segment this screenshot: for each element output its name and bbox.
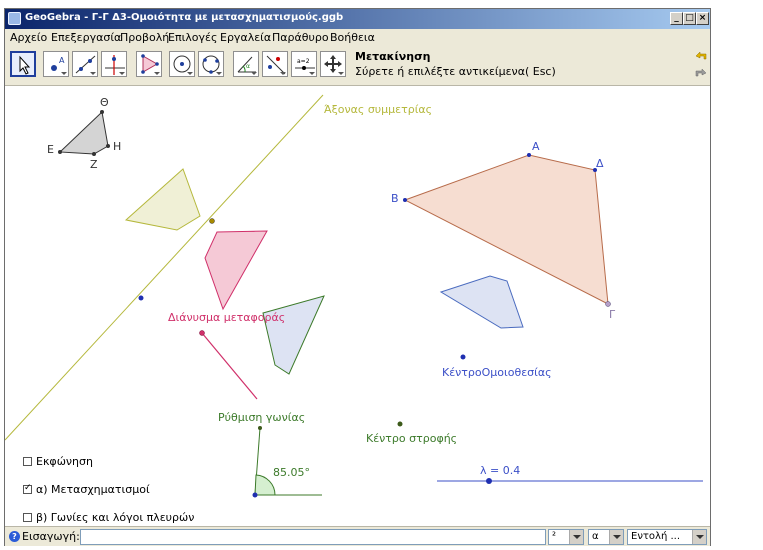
checkbox-angles-ratios-label: β) Γωνίες και λόγοι πλευρών [36,511,195,524]
command-select[interactable]: Εντολή ... [627,529,707,545]
greek-select-value: α [592,531,599,542]
perpendicular-tool-button[interactable] [101,51,127,77]
chevron-down-icon[interactable] [609,530,623,544]
line-tool-button[interactable] [72,51,98,77]
maximize-button[interactable]: □ [683,12,696,25]
label-alpha: Α [532,140,540,153]
axis-point-2[interactable] [138,295,144,301]
checkbox-statement-box[interactable] [23,457,32,466]
axis-point[interactable] [209,218,215,224]
screen: GeoGebra - Γ-Γ Δ3-Ομοιότητα με μετασχημα… [0,0,763,550]
close-button[interactable]: × [696,12,709,25]
geogebra-app-icon [8,12,21,25]
graphics-svg[interactable] [5,87,710,526]
move-tool-button[interactable] [10,51,36,77]
blue-rotated-quad[interactable] [262,295,325,375]
menu-bar: Αρχείο Επεξεργασία Προβολή Επιλογές Εργα… [5,29,710,46]
title-bar[interactable]: GeoGebra - Γ-Γ Δ3-Ομοιότητα με μετασχημα… [5,9,710,29]
redo-icon[interactable] [694,67,708,79]
menu-tools[interactable]: Εργαλεία [220,31,271,44]
move-arrow-icon [19,55,31,75]
input-bar: ? Εισαγωγή: ² α Εντολή ... [5,526,710,546]
active-tool-title: Μετακίνηση [355,50,431,63]
menu-help[interactable]: Βοήθεια [330,31,375,44]
chevron-down-icon[interactable] [569,530,583,544]
minimize-button[interactable]: _ [670,12,683,25]
lambda-label: λ = 0.4 [480,464,521,477]
menu-edit[interactable]: Επεξεργασία [51,31,121,44]
point-epsilon[interactable] [58,150,62,154]
menu-options[interactable]: Επιλογές [168,31,217,44]
angle-vertex-point[interactable] [252,492,258,498]
angle-top-point[interactable] [258,426,262,430]
menu-file[interactable]: Αρχείο [10,31,47,44]
slider-tool-button[interactable]: a=2 [291,51,317,77]
menu-window[interactable]: Παράθυρο [272,31,329,44]
angle-tool-button[interactable]: α [233,51,259,77]
homothety-center-point[interactable] [460,354,466,360]
symbol-select-value: ² [552,531,557,542]
point-theta[interactable] [100,110,104,114]
undo-icon[interactable] [694,50,708,62]
pink-translated-quad[interactable] [204,230,268,311]
label-beta: Β [391,192,399,205]
circle-tool-button[interactable] [169,51,195,77]
svg-text:a=2: a=2 [297,58,310,65]
blue-homothety-quad[interactable] [439,275,524,329]
svg-text:A: A [59,56,65,65]
translation-vector-label: Διάνυσμα μεταφοράς [168,311,286,324]
reflect-tool-button[interactable] [262,51,288,77]
angle-setting-label: Ρύθμιση γωνίας [218,411,306,424]
menu-view[interactable]: Προβολή [120,31,169,44]
window-title: GeoGebra - Γ-Γ Δ3-Ομοιότητα με μετασχημα… [25,12,344,23]
label-eta: Η [113,140,122,153]
label-theta: Θ [100,96,109,109]
homothety-center-label: ΚέντροΟμοιοθεσίας [442,366,552,379]
angle-arc[interactable] [254,474,276,496]
label-gamma: Γ [609,308,616,321]
move-view-tool-button[interactable] [320,51,346,77]
svg-text:α: α [246,63,250,70]
checkbox-angles-ratios-box[interactable] [23,513,32,522]
input-field[interactable] [80,529,546,545]
rotation-center-label: Κέντρο στροφής [366,432,458,445]
angle-value-label: 85.05° [273,466,310,479]
yellow-reflected-quad[interactable] [124,168,201,231]
point-tool-button[interactable]: A [43,51,69,77]
toolbar: A α a=2 Μετακίνηση Σύρετε ή επιλέξτε αντ… [5,46,710,86]
checkbox-statement-label: Εκφώνηση [36,455,93,468]
point-alpha[interactable] [527,153,531,157]
command-select-value: Εντολή ... [631,531,681,542]
point-gamma[interactable] [605,301,611,307]
input-label: Εισαγωγή: [22,530,80,543]
help-icon[interactable]: ? [9,531,20,542]
lambda-slider-handle[interactable] [486,478,492,484]
symmetry-axis-label: Άξονας συμμετρίας [324,103,433,116]
greek-select[interactable]: α [588,529,624,545]
point-zeta[interactable] [92,152,96,156]
translation-vector-start[interactable] [199,330,205,336]
point-beta[interactable] [403,198,407,202]
rotation-center-point[interactable] [397,421,403,427]
checkbox-transformations-label: α) Μετασχηματισμοί [36,483,150,496]
label-zeta: Ζ [90,158,98,171]
point-eta[interactable] [106,144,110,148]
geogebra-window: GeoGebra - Γ-Γ Δ3-Ομοιότητα με μετασχημα… [4,8,711,546]
symbol-select[interactable]: ² [548,529,584,545]
small-gray-triangle[interactable] [58,110,109,155]
polygon-tool-button[interactable] [136,51,162,77]
chevron-down-icon[interactable] [692,530,706,544]
translation-vector[interactable] [201,332,258,400]
label-delta: Δ [596,157,604,170]
graphics-view[interactable]: Άξονας συμμετρίας Θ Ε Η Ζ Α Β Δ Γ Διάνυσ… [5,87,710,526]
checkbox-transformations-box[interactable] [23,483,32,494]
active-tool-help: Σύρετε ή επιλέξτε αντικείμενα( Esc) [355,65,556,78]
label-epsilon: Ε [47,143,54,156]
circle-three-points-tool-button[interactable] [198,51,224,77]
